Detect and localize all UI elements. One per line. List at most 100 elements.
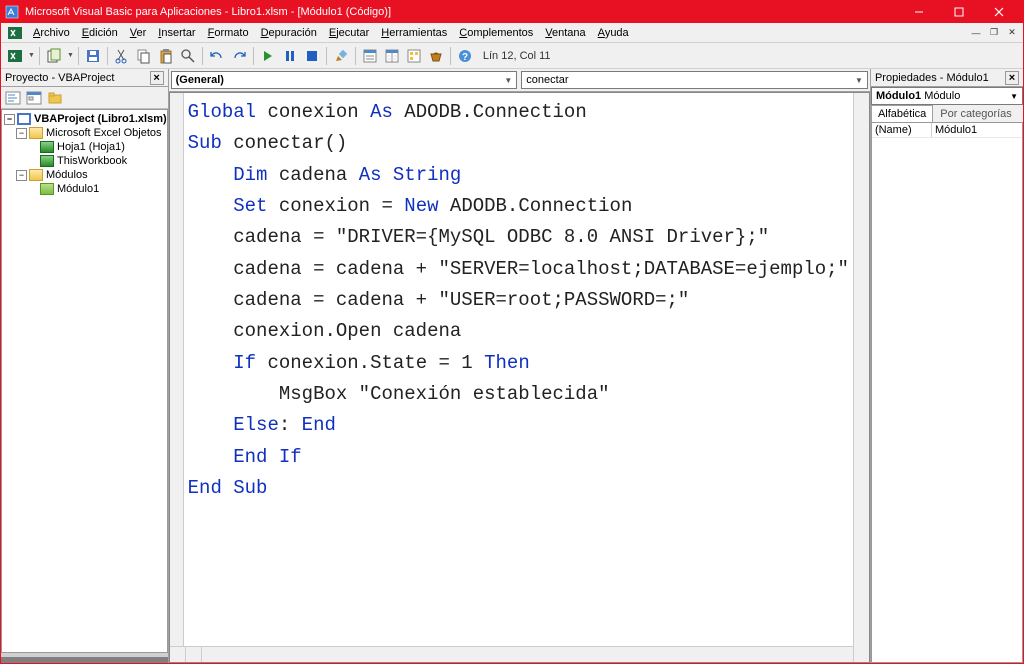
properties-tab-alphabetical[interactable]: Alfabética [871, 105, 933, 122]
tree-collapse-icon[interactable]: − [16, 128, 27, 139]
procedure-dropdown[interactable]: conectar ▼ [521, 71, 868, 89]
mdi-restore-button[interactable]: ❐ [985, 25, 1003, 41]
excel-system-icon[interactable] [7, 25, 23, 41]
dropdown-arrow-icon[interactable]: ▼ [67, 52, 74, 59]
tree-folder-label: Microsoft Excel Objetos [46, 127, 162, 139]
properties-object-selector[interactable]: Módulo1 Módulo ▼ [871, 87, 1023, 105]
minimize-button[interactable] [899, 1, 939, 23]
properties-panel-title-text: Propiedades - Módulo1 [875, 72, 989, 84]
project-toolbar [1, 87, 168, 109]
tree-project-root[interactable]: − VBAProject (Libro1.xlsm) [2, 112, 167, 126]
menu-ver[interactable]: Ver [124, 25, 153, 41]
menu-edicion[interactable]: Edición [76, 25, 124, 41]
svg-text:?: ? [462, 52, 468, 63]
design-mode-button[interactable] [331, 46, 351, 66]
tree-item-module[interactable]: Módulo1 [2, 182, 167, 196]
menu-insertar[interactable]: Insertar [152, 25, 201, 41]
code-view-buttons [170, 93, 184, 662]
object-browser-button[interactable] [404, 46, 424, 66]
toolbox-button[interactable] [426, 46, 446, 66]
dropdown-arrow-icon: ▼ [855, 76, 863, 85]
dropdown-arrow-icon: ▼ [504, 76, 512, 85]
horizontal-scrollbar[interactable] [170, 646, 853, 662]
save-button[interactable] [83, 46, 103, 66]
vba-project-icon [17, 113, 31, 125]
menu-ventana[interactable]: Ventana [539, 25, 591, 41]
mdi-minimize-button[interactable]: — [967, 25, 985, 41]
menu-archivo[interactable]: Archivo [27, 25, 76, 41]
project-tree[interactable]: − VBAProject (Libro1.xlsm) − Microsoft E… [1, 109, 168, 653]
menu-complementos[interactable]: Complementos [453, 25, 539, 41]
view-excel-button[interactable] [5, 46, 25, 66]
tree-folder-excel-objects[interactable]: − Microsoft Excel Objetos [2, 126, 167, 140]
procedure-view-button[interactable] [170, 647, 186, 662]
menu-ejecutar[interactable]: Ejecutar [323, 25, 375, 41]
menu-depuracion[interactable]: Depuración [255, 25, 323, 41]
run-button[interactable] [258, 46, 278, 66]
find-button[interactable] [178, 46, 198, 66]
vertical-scrollbar[interactable] [853, 93, 869, 662]
undo-button[interactable] [207, 46, 227, 66]
reset-button[interactable] [302, 46, 322, 66]
properties-panel-close-button[interactable]: × [1005, 71, 1019, 85]
tree-folder-modules[interactable]: − Módulos [2, 168, 167, 182]
full-module-view-button[interactable] [186, 647, 202, 662]
tree-item-sheet[interactable]: Hoja1 (Hoja1) [2, 140, 167, 154]
module-icon [40, 183, 54, 195]
standard-toolbar: ▼ ▼ ? Lín 12, Col 11 [1, 43, 1023, 69]
object-dropdown[interactable]: (General) ▼ [171, 71, 518, 89]
properties-grid[interactable]: (Name) Módulo1 [871, 122, 1023, 663]
insert-module-button[interactable] [44, 46, 64, 66]
property-name: (Name) [872, 123, 932, 137]
dropdown-arrow-icon[interactable]: ▼ [28, 52, 35, 59]
properties-tab-categorized[interactable]: Por categorías [933, 105, 1019, 122]
view-object-button[interactable] [24, 89, 44, 107]
tree-workbook-label: ThisWorkbook [57, 155, 127, 167]
project-panel-title: Proyecto - VBAProject × [1, 69, 168, 87]
maximize-button[interactable] [939, 1, 979, 23]
properties-panel-title: Propiedades - Módulo1 × [871, 69, 1023, 87]
workbook-icon [40, 155, 54, 167]
close-button[interactable] [979, 1, 1019, 23]
help-button[interactable]: ? [455, 46, 475, 66]
tree-root-label: VBAProject (Libro1.xlsm) [34, 113, 167, 125]
project-explorer-button[interactable] [360, 46, 380, 66]
view-code-button[interactable] [3, 89, 23, 107]
menu-formato[interactable]: Formato [202, 25, 255, 41]
collapsed-panel[interactable] [1, 657, 168, 663]
properties-object-name: Módulo1 [876, 90, 921, 102]
tree-module-label: Módulo1 [57, 183, 99, 195]
properties-window-button[interactable] [382, 46, 402, 66]
properties-object-type: Módulo [924, 90, 960, 102]
cut-button[interactable] [112, 46, 132, 66]
app-icon [5, 5, 19, 19]
menu-herramientas[interactable]: Herramientas [375, 25, 453, 41]
folder-icon [29, 127, 43, 139]
property-value[interactable]: Módulo1 [932, 123, 1022, 137]
window-title: Microsoft Visual Basic para Aplicaciones… [25, 6, 899, 18]
copy-button[interactable] [134, 46, 154, 66]
code-area[interactable]: Global conexion As ADODB.Connection Sub … [184, 93, 853, 662]
redo-button[interactable] [229, 46, 249, 66]
title-bar: Microsoft Visual Basic para Aplicaciones… [1, 1, 1023, 23]
tree-folder-label: Módulos [46, 169, 88, 181]
paste-button[interactable] [156, 46, 176, 66]
menu-ayuda[interactable]: Ayuda [592, 25, 635, 41]
tree-item-workbook[interactable]: ThisWorkbook [2, 154, 167, 168]
property-row[interactable]: (Name) Módulo1 [872, 123, 1022, 138]
menu-bar: Archivo Edición Ver Insertar Formato Dep… [1, 23, 1023, 43]
object-dropdown-value: (General) [176, 74, 224, 86]
worksheet-icon [40, 141, 54, 153]
break-button[interactable] [280, 46, 300, 66]
cursor-position-label: Lín 12, Col 11 [483, 50, 551, 62]
tree-collapse-icon[interactable]: − [16, 170, 27, 181]
folder-icon [29, 169, 43, 181]
code-editor[interactable]: Global conexion As ADODB.Connection Sub … [169, 92, 870, 663]
tree-collapse-icon[interactable]: − [4, 114, 15, 125]
project-panel-title-text: Proyecto - VBAProject [5, 72, 114, 84]
mdi-close-button[interactable]: ✕ [1003, 25, 1021, 41]
dropdown-arrow-icon: ▼ [1010, 92, 1018, 101]
project-panel-close-button[interactable]: × [150, 71, 164, 85]
toggle-folders-button[interactable] [45, 89, 65, 107]
procedure-dropdown-value: conectar [526, 74, 568, 86]
